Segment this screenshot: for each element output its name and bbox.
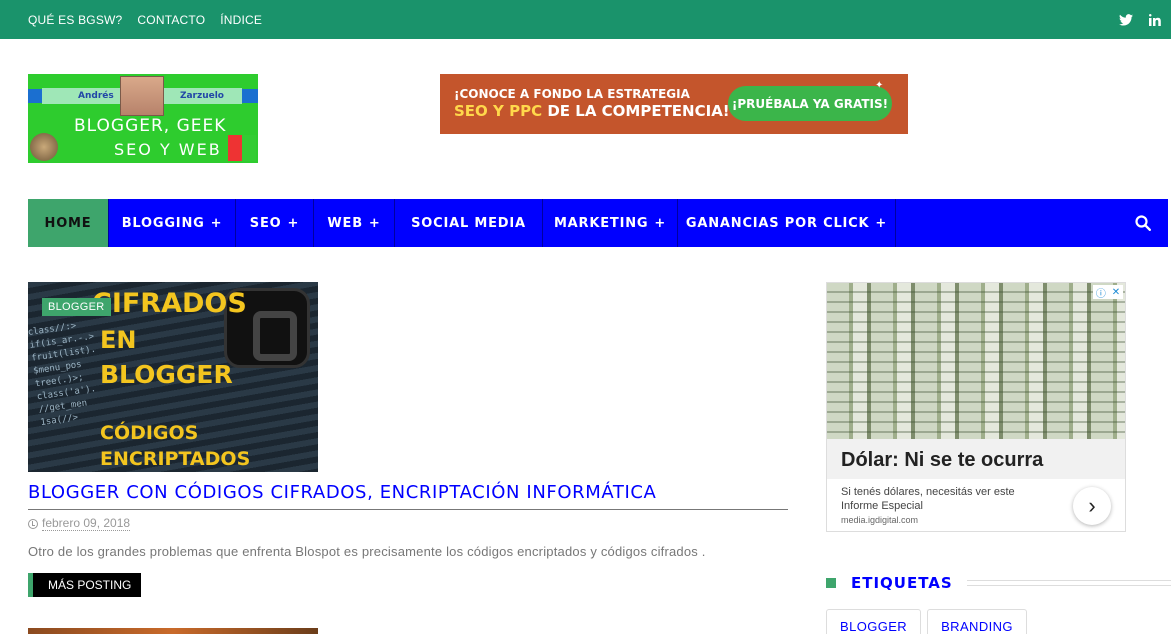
nav-label: WEB <box>327 215 363 231</box>
header-ad-banner[interactable]: ¡CONOCE A FONDO LA ESTRATEGIA SEO Y PPC … <box>440 74 908 134</box>
logo-name-right: Zarzuelo <box>179 91 224 101</box>
ad-headline: Dólar: Ni se te ocurra <box>827 439 1125 479</box>
plus-icon: + <box>210 215 223 231</box>
square-icon <box>826 578 836 588</box>
social-links <box>1119 0 1161 39</box>
adchoices-icon[interactable]: ⓘ ✕ <box>1093 285 1123 300</box>
plus-icon: + <box>287 215 300 231</box>
post-excerpt: Otro de los grandes problemas que enfren… <box>28 544 706 559</box>
plus-icon: + <box>368 215 381 231</box>
ad-line2-rest: DE LA COMPETENCIA! <box>547 102 730 120</box>
top-link-indice[interactable]: ÍNDICE <box>220 13 262 27</box>
plus-icon: + <box>654 215 667 231</box>
ad-line2: SEO Y PPC DE LA COMPETENCIA! <box>454 102 730 120</box>
info-icon: ⓘ <box>1095 288 1106 300</box>
nav-item-blogging[interactable]: BLOGGING + <box>109 199 236 247</box>
next-post-thumbnail[interactable] <box>28 628 318 634</box>
logo-name-left: Andrés <box>78 91 114 101</box>
nav-item-web[interactable]: WEB + <box>314 199 395 247</box>
category-badge[interactable]: BLOGGER <box>42 298 111 316</box>
thumb-text-2: EN <box>100 326 137 354</box>
logo-title-line2: SEO Y WEB <box>114 140 222 159</box>
top-link-que-es[interactable]: QUÉ ES BGSW? <box>28 13 122 27</box>
logo-title-line1: BLOGGER, GEEK <box>74 116 227 136</box>
top-bar: QUÉ ES BGSW? CONTACTO ÍNDICE <box>0 0 1171 39</box>
nav-label: MARKETING <box>553 215 649 231</box>
windows-logo-icon <box>228 135 256 161</box>
main-nav: HOME BLOGGING + SEO + WEB + SOCIAL MEDIA MA… <box>28 199 1168 247</box>
ad-image <box>827 283 1125 439</box>
ad-line1: ¡CONOCE A FONDO LA ESTRATEGIA <box>454 87 690 101</box>
thumb-text-3: BLOGGER <box>100 360 233 389</box>
ad-line2-highlight: SEO Y PPC <box>454 102 543 120</box>
post-thumbnail[interactable]: class//:> if(is_ar.-.> fruit(list). $menu_p… <box>28 282 318 472</box>
nav-item-marketing[interactable]: MARKETING + <box>543 199 678 247</box>
nav-item-social-media[interactable]: SOCIAL MEDIA <box>395 199 543 247</box>
post-title[interactable]: BLOGGER CON CÓDIGOS CIFRADOS, ENCRIPTACI… <box>28 482 788 510</box>
tags-widget-header: ETIQUETAS <box>826 572 1171 594</box>
read-more-button[interactable]: MÁS POSTING <box>28 573 142 597</box>
tags-list: BLOGGER BRANDING <box>826 609 1027 634</box>
nav-label: SOCIAL MEDIA <box>411 215 526 231</box>
author-photo <box>120 76 164 116</box>
thumb-text-4: CÓDIGOS <box>100 422 199 444</box>
linkedin-icon[interactable] <box>1149 13 1161 26</box>
thumb-text-1: CIFRADOS <box>92 288 247 319</box>
nav-item-home[interactable]: HOME <box>28 199 109 247</box>
nav-label: HOME <box>44 215 92 231</box>
twitter-icon[interactable] <box>1119 13 1133 26</box>
tag-blogger[interactable]: BLOGGER <box>826 609 922 634</box>
nav-label: GANANCIAS POR CLICK <box>685 215 870 231</box>
divider <box>966 580 1171 586</box>
nav-label: SEO <box>249 215 282 231</box>
post-date: febrero 09, 2018 <box>28 516 131 531</box>
nav-item-ganancias[interactable]: GANANCIAS POR CLICK + <box>678 199 896 247</box>
top-nav: QUÉ ES BGSW? CONTACTO ÍNDICE <box>28 0 262 39</box>
ad-cta-button[interactable]: ¡PRUÉBALA YA GRATIS! <box>728 86 892 121</box>
chevron-right-icon[interactable]: › <box>1073 487 1111 525</box>
top-link-contacto[interactable]: CONTACTO <box>137 13 205 27</box>
site-logo[interactable]: Andrés Zarzuelo BLOGGER, GEEK SEO Y WEB <box>28 74 258 163</box>
coin-image <box>30 133 58 161</box>
search-icon[interactable] <box>1118 199 1168 247</box>
nav-item-seo[interactable]: SEO + <box>236 199 314 247</box>
clock-icon <box>28 518 38 529</box>
nav-label: BLOGGING <box>121 215 205 231</box>
plus-icon: + <box>875 215 888 231</box>
post-date-text: febrero 09, 2018 <box>42 516 131 531</box>
tags-widget-title: ETIQUETAS <box>851 574 953 592</box>
ad-description: Si tenés dólares, necesitás ver este Inf… <box>841 486 1015 512</box>
sidebar-ad[interactable]: ⓘ ✕ Dólar: Ni se te ocurra Si tenés dólar… <box>826 282 1126 532</box>
sparkle-icon: ✦ <box>875 80 884 91</box>
thumb-text-5: ENCRIPTADOS <box>100 448 251 470</box>
tag-branding[interactable]: BRANDING <box>927 609 1027 634</box>
close-icon: ✕ <box>1111 286 1121 298</box>
ad-source: media.igdigital.com <box>841 515 919 525</box>
